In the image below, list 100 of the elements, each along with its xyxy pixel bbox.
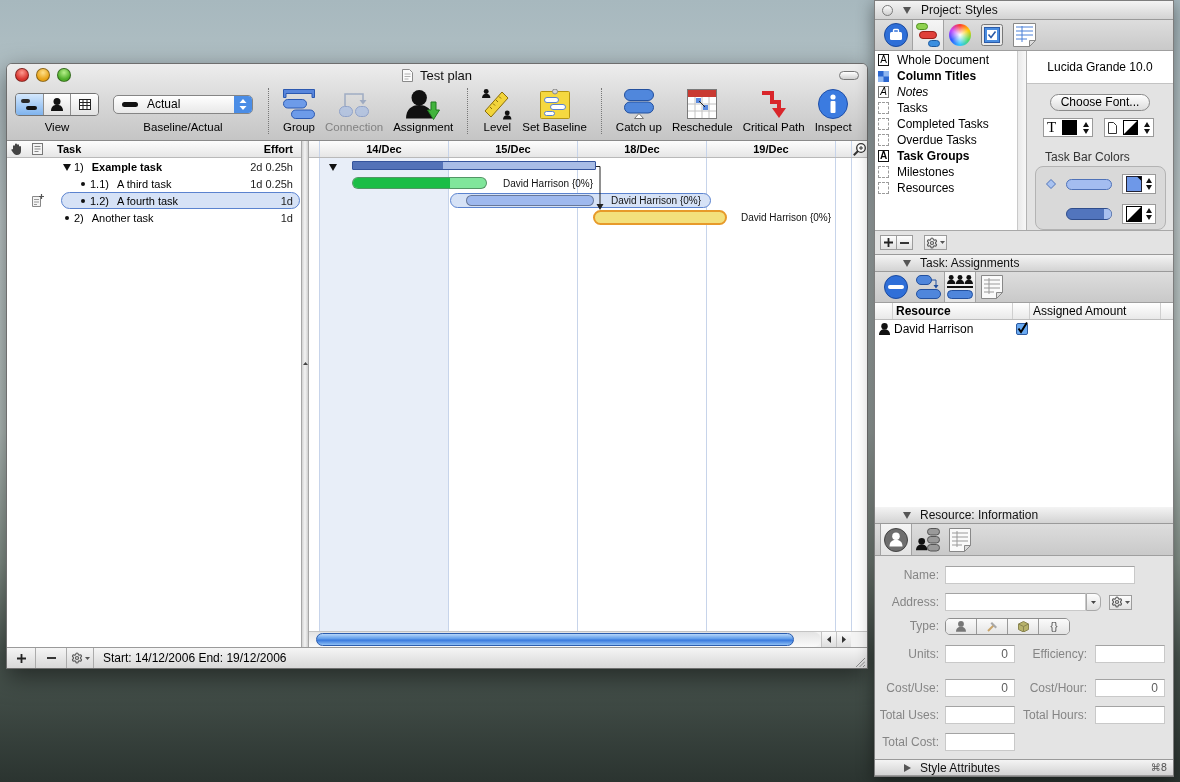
section-header[interactable]: Style Attributes ⌘8 [875,759,1173,776]
task-number: 1) [74,160,84,173]
field-label: Name: [902,568,939,582]
note-bars-icon [539,89,570,119]
task-name: A fourth task [116,194,179,207]
colored-bars-icon [916,23,940,47]
inspector-tab[interactable] [944,272,976,302]
scroll-left-button[interactable] [821,632,836,647]
toolbar-label: View [44,120,70,134]
date-header: 18/Dec [578,141,707,157]
field-label: Cost/Hour: [1028,681,1087,695]
task-name: Example task [91,160,163,173]
caret-icon [1125,600,1130,604]
remove-button[interactable] [896,235,913,250]
gear-icon [926,236,938,249]
date-header: 15/Dec [449,141,578,157]
linked-bars-icon [915,275,941,299]
hammer-icon [986,620,998,632]
person-stack-icon [916,527,940,552]
style-list-item[interactable]: Resources [875,180,1017,196]
style-list-item[interactable]: Column Titles [875,68,1017,84]
stepper-icon [1146,208,1152,220]
toolbar-toggle-button[interactable] [839,70,859,80]
minus-icon [900,241,909,244]
toolbar-button[interactable]: Catch up [610,88,667,134]
stepper-icon [234,95,252,113]
column-header[interactable]: Effort [263,143,301,155]
style-list-item[interactable]: Overdue Tasks [875,132,1017,148]
toolbar-button[interactable]: Level [477,88,518,134]
style-list-item[interactable]: A Notes [875,84,1017,100]
task-row[interactable]: 2) Another task 1d [61,209,300,226]
inspector-tab[interactable] [912,20,944,50]
view-switcher[interactable] [15,92,99,116]
pill-icon [122,101,138,107]
text-color-well[interactable]: T [1043,118,1093,137]
plus-icon [16,653,26,663]
toolbar-label: Baseline/Actual [143,120,223,134]
close-button[interactable] [882,4,893,16]
style-list-item[interactable]: A Whole Document [875,52,1017,68]
letter-swatch: A [878,54,889,66]
disclosure-triangle[interactable] [62,162,71,171]
task-number: 1.2) [90,194,109,207]
disclosure-triangle[interactable] [903,259,911,267]
zoom-button[interactable] [57,68,71,82]
section-header[interactable]: Project: Styles [875,1,1173,20]
bullet-icon [80,198,85,203]
bar-color-well[interactable] [1122,204,1156,224]
task-row[interactable]: 1.2) A fourth task 1d [61,192,300,209]
bar-label: David Harrison {0%} [611,194,702,208]
letter-swatch: A [878,86,889,98]
person-icon [51,97,63,111]
style-list-item[interactable]: Milestones [875,164,1017,180]
section-header[interactable]: Task: Assignments [875,254,1173,272]
style-list-item[interactable]: Completed Tasks [875,116,1017,132]
checkbox[interactable] [1015,322,1028,335]
disclosure-triangle[interactable] [903,763,911,772]
keyboard-shortcut: ⌘8 [1150,762,1167,773]
toolbar-button[interactable]: Critical Path [737,88,810,134]
checker-swatch-icon [878,70,889,82]
toolbar-button[interactable]: Reschedule [666,88,738,134]
plus-icon [884,238,893,247]
empty-swatch-icon [878,134,889,146]
style-list-item[interactable]: A Task Groups [875,148,1017,164]
toolbar-button[interactable]: Set Baseline [517,88,592,134]
people-bar-icon [947,275,973,299]
choose-font-button[interactable]: Choose Font... [1050,94,1150,111]
style-list-item[interactable]: Tasks [875,100,1017,116]
view-segment[interactable] [70,93,98,115]
minimize-button[interactable] [36,68,50,82]
info-icon [818,89,849,119]
bar-color-well[interactable] [1122,174,1156,194]
scroll-right-button[interactable] [836,632,851,647]
column-header[interactable]: Assigned Amount [1030,303,1161,319]
sheet-icon [981,275,1003,299]
close-button[interactable] [15,68,29,82]
column-header[interactable]: Task [57,143,82,155]
empty-swatch-icon [878,102,889,114]
section-title: Task: Assignments [920,256,1020,270]
toolbar-button[interactable]: Assignment [388,88,459,134]
section-title: Project: Styles [921,3,998,17]
letter-swatch: A [878,150,889,162]
gear-menu-button[interactable] [924,235,947,250]
background-color-well[interactable] [1104,118,1154,137]
toolbar-button[interactable]: Group [278,88,320,134]
task-name: A third task [116,177,172,190]
disclosure-triangle[interactable] [903,6,911,14]
scrollbar-thumb[interactable] [316,633,794,646]
view-segment[interactable] [16,93,43,115]
disclosure-triangle[interactable] [329,163,337,171]
empty-swatch-icon [878,166,889,178]
task-row[interactable]: 1.1) A third task 1d 0.25h [61,175,300,192]
person-icon [878,322,890,335]
ruler-people-icon [482,88,513,120]
note-icon [32,143,43,155]
toolbar-button[interactable]: Inspect [809,88,857,134]
task-row[interactable]: 1) Example task 2d 0.25h [61,158,300,175]
baseline-popup[interactable]: Actual [113,94,253,114]
column-header[interactable]: Resource [893,303,1013,319]
view-segment[interactable] [42,93,71,115]
color-swatch-icon [1126,176,1142,192]
